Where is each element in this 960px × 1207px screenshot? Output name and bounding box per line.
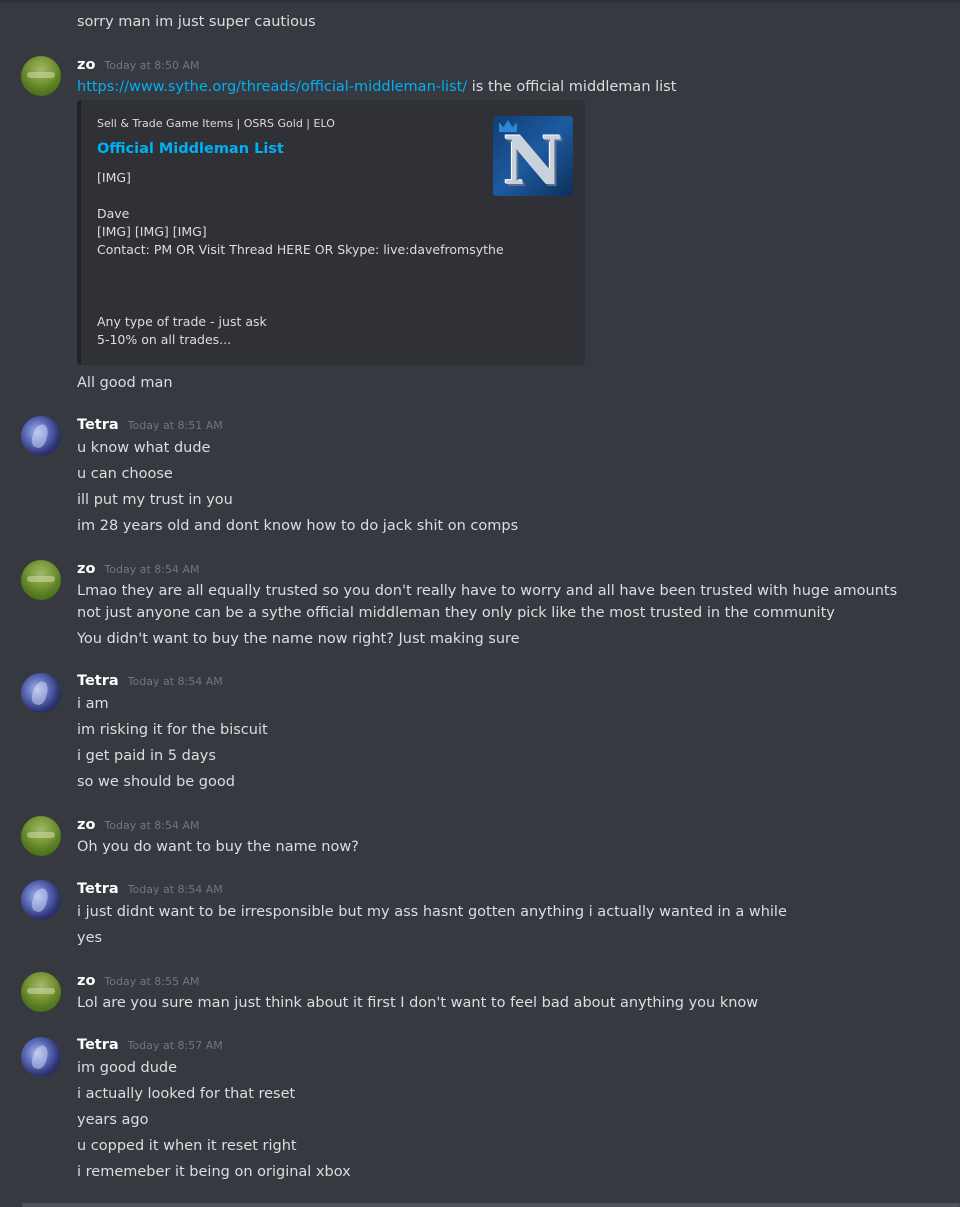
- username-zo[interactable]: zo: [77, 973, 95, 989]
- username-zo[interactable]: zo: [77, 57, 95, 73]
- avatar-zo[interactable]: [21, 560, 61, 600]
- message-header: Tetra Today at 8:51 AM: [77, 417, 223, 433]
- message-line: u can choose: [77, 466, 173, 482]
- message-header: zo Today at 8:54 AM: [77, 561, 199, 577]
- avatar-zo[interactable]: [21, 816, 61, 856]
- embed-provider[interactable]: Sell & Trade Game Items | OSRS Gold | EL…: [97, 117, 335, 130]
- username-zo[interactable]: zo: [77, 817, 95, 833]
- message-line: im good dude: [77, 1060, 178, 1076]
- message-line: so we should be good: [77, 774, 235, 790]
- avatar-tetra[interactable]: [21, 1037, 61, 1077]
- message-input-edge[interactable]: [22, 1203, 960, 1207]
- username-zo[interactable]: zo: [77, 561, 95, 577]
- username-tetra[interactable]: Tetra: [77, 417, 119, 433]
- message-line: i just didnt want to be irresponsible bu…: [77, 904, 787, 920]
- message-header: Tetra Today at 8:57 AM: [77, 1037, 223, 1053]
- message-timestamp[interactable]: Today at 8:50 AM: [104, 59, 199, 72]
- message-timestamp[interactable]: Today at 8:51 AM: [128, 419, 223, 432]
- message-header: Tetra Today at 8:54 AM: [77, 673, 223, 689]
- message-line: im 28 years old and dont know how to do …: [77, 518, 519, 534]
- message-line: im risking it for the biscuit: [77, 722, 268, 738]
- message-line: i am: [77, 696, 109, 712]
- message-line: ill put my trust in you: [77, 492, 233, 508]
- message-line: yes: [77, 930, 103, 946]
- message-line: https://www.sythe.org/threads/official-m…: [77, 77, 676, 97]
- message-line: Lol are you sure man just think about it…: [77, 995, 759, 1011]
- avatar-tetra[interactable]: [21, 880, 61, 920]
- message-timestamp[interactable]: Today at 8:55 AM: [104, 975, 199, 988]
- message-timestamp[interactable]: Today at 8:57 AM: [128, 1039, 223, 1052]
- message-line: i get paid in 5 days: [77, 748, 216, 764]
- message-line: u copped it when it reset right: [77, 1138, 297, 1154]
- username-tetra[interactable]: Tetra: [77, 881, 119, 897]
- avatar-tetra[interactable]: [21, 673, 61, 713]
- username-tetra[interactable]: Tetra: [77, 673, 119, 689]
- embed-title[interactable]: Official Middleman List: [97, 141, 284, 157]
- message-header: Tetra Today at 8:54 AM: [77, 881, 223, 897]
- message-line: years ago: [77, 1112, 149, 1128]
- thumbnail-letter: N: [502, 122, 564, 196]
- message-line: sorry man im just super cautious: [77, 14, 316, 30]
- message-line: Lmao they are all equally trusted so you…: [77, 583, 898, 621]
- username-tetra[interactable]: Tetra: [77, 1037, 119, 1053]
- sythe-logo-icon[interactable]: N: [493, 116, 573, 196]
- message-line: i rememeber it being on original xbox: [77, 1164, 351, 1180]
- message-timestamp[interactable]: Today at 8:54 AM: [128, 675, 223, 688]
- thread-link[interactable]: https://www.sythe.org/threads/official-m…: [77, 79, 467, 95]
- avatar-tetra[interactable]: [21, 416, 61, 456]
- message-timestamp[interactable]: Today at 8:54 AM: [104, 563, 199, 576]
- message-timestamp[interactable]: Today at 8:54 AM: [104, 819, 199, 832]
- message-timestamp[interactable]: Today at 8:54 AM: [128, 883, 223, 896]
- message-line: u know what dude: [77, 440, 211, 456]
- avatar-zo[interactable]: [21, 972, 61, 1012]
- message-line: All good man: [77, 375, 173, 391]
- chat-messages[interactable]: sorry man im just super cautious zo Toda…: [0, 0, 960, 1207]
- embed-description: [IMG] Dave [IMG] [IMG] [IMG] Contact: PM…: [97, 170, 504, 347]
- message-header: zo Today at 8:50 AM: [77, 57, 199, 73]
- message-header: zo Today at 8:54 AM: [77, 817, 199, 833]
- message-line: You didn't want to buy the name now righ…: [77, 631, 520, 647]
- message-header: zo Today at 8:55 AM: [77, 973, 199, 989]
- link-embed: Sell & Trade Game Items | OSRS Gold | EL…: [77, 100, 585, 365]
- message-line: Oh you do want to buy the name now?: [77, 839, 359, 855]
- avatar-zo[interactable]: [21, 56, 61, 96]
- link-suffix-text: is the official middleman list: [467, 79, 677, 95]
- message-line: i actually looked for that reset: [77, 1086, 296, 1102]
